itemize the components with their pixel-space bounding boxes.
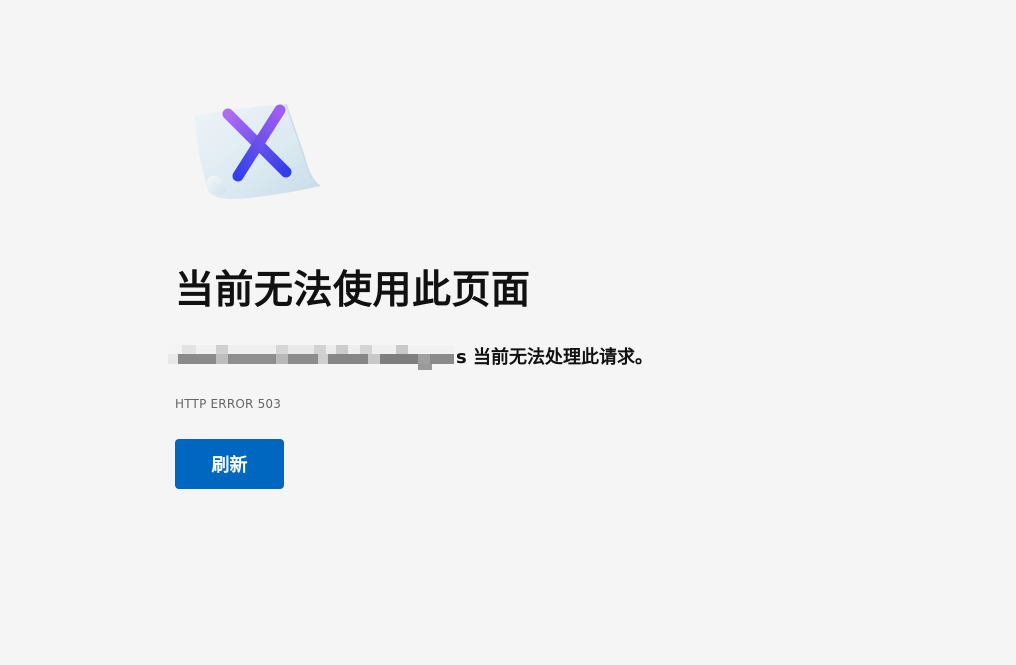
refresh-button[interactable]: 刷新: [175, 439, 284, 489]
error-document-x-icon: [194, 103, 321, 199]
error-message: s 当前无法处理此请求。: [168, 340, 653, 372]
error-code: HTTP ERROR 503: [175, 397, 282, 411]
error-message-text: s 当前无法处理此请求。: [456, 347, 653, 368]
page-title: 当前无法使用此页面: [175, 268, 531, 313]
redacted-hostname: [168, 342, 454, 370]
